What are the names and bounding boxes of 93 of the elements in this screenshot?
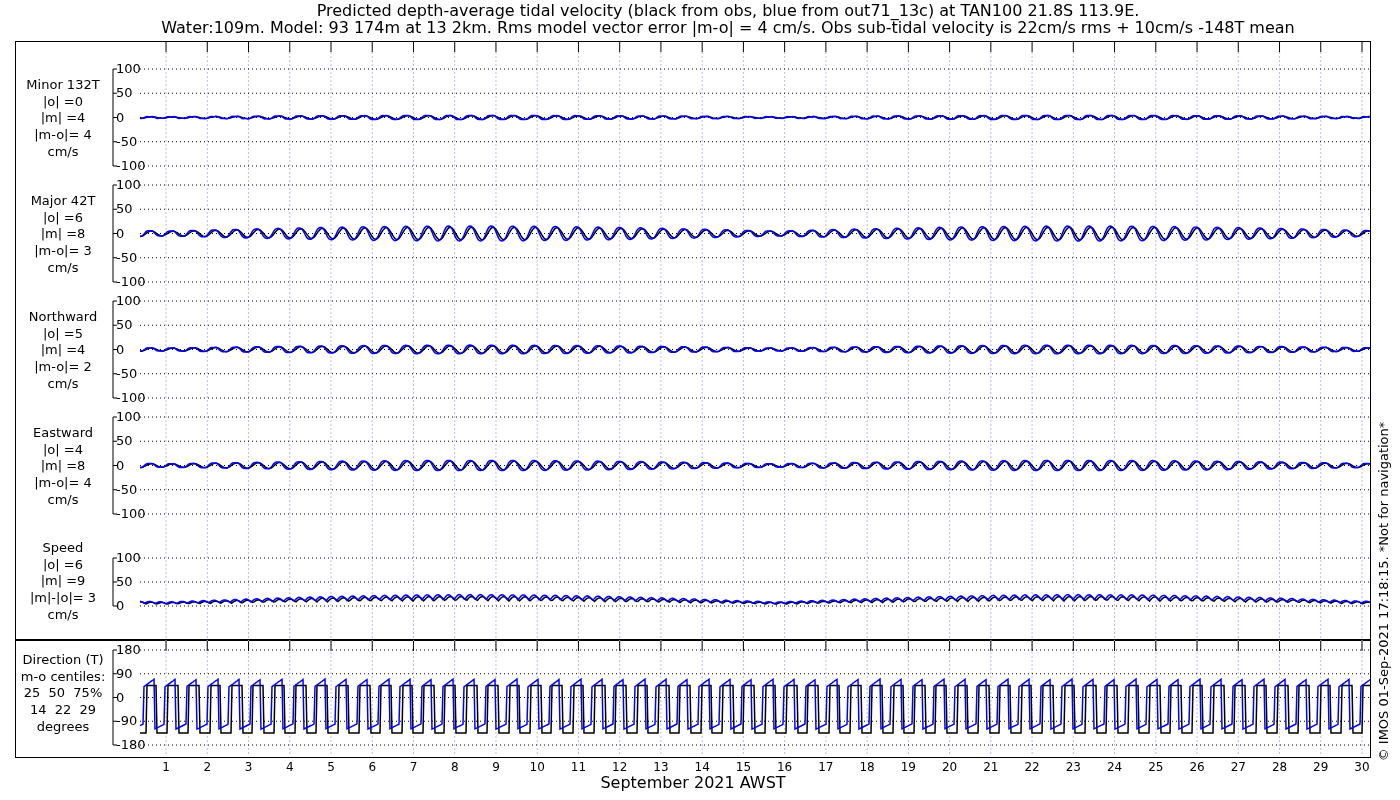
panel-label: cm/s — [46, 143, 80, 160]
x-tick-label: 25 — [1147, 760, 1165, 774]
y-tick-label: 0 — [116, 341, 125, 357]
panel-label: cm/s — [46, 491, 80, 508]
x-axis-label: September 2021 AWST — [599, 773, 787, 792]
x-tick-label: 3 — [243, 760, 254, 774]
copyright-note: © IMOS 01-Sep-2021 17:18:15. *Not for navigation* — [1375, 420, 1391, 764]
y-tick-label: 50 — [116, 201, 133, 217]
panel-label: |m| =4 — [39, 342, 87, 359]
x-tick-label: 7 — [408, 760, 419, 774]
x-tick-label: 15 — [734, 760, 753, 774]
panel-label: |o| =0 — [42, 93, 84, 110]
x-tick-label: 2 — [202, 760, 213, 774]
panel-label: |m-o|= 4 — [33, 127, 93, 144]
panel-label: |o| =6 — [42, 209, 84, 226]
y-tick-label: 100 — [116, 409, 141, 424]
y-tick-label: -50 — [116, 249, 138, 265]
x-tick-label: 9 — [491, 760, 501, 774]
y-tick-label: 0 — [116, 225, 125, 241]
panel-label: |m| =8 — [39, 226, 87, 243]
panel-label: degrees — [35, 718, 91, 735]
x-tick-label: 10 — [528, 760, 546, 774]
panel-label: |m|-|o|= 3 — [28, 590, 98, 607]
chart-subtitle: Water:109m. Model: 93 174m at 13 2km. Rms model vector error |m-o| = 4 cm/s. Obs sub-tidal velocity is 22cm/s rms + 10cm/s -148T mean — [160, 18, 1296, 37]
y-tick-label: -100 — [116, 506, 146, 521]
x-tick-label: 21 — [982, 760, 1000, 774]
y-tick-label: -100 — [116, 390, 146, 405]
panel-label: |m-o|= 4 — [33, 475, 93, 492]
y-tick-label: -50 — [116, 365, 138, 381]
x-tick-label: 8 — [449, 760, 460, 774]
y-tick-label: 0 — [116, 689, 125, 705]
panel-label: 25 50 75% — [22, 685, 104, 702]
x-tick-label: 1 — [161, 760, 171, 774]
x-tick-label: 29 — [1312, 760, 1330, 774]
y-tick-label: 50 — [116, 574, 133, 589]
panel-label: |m| =4 — [39, 110, 87, 127]
x-tick-label: 4 — [284, 760, 295, 774]
y-tick-label: 100 — [116, 550, 141, 565]
panel-label: Direction (T) — [21, 652, 105, 668]
x-tick-label: 11 — [569, 760, 588, 774]
panel-label: Speed — [41, 540, 85, 556]
panel-label: |m-o|= 2 — [33, 359, 93, 376]
panel-label: |o| =6 — [42, 556, 84, 573]
x-tick-label: 26 — [1188, 760, 1206, 774]
x-tick-label: 13 — [652, 760, 670, 774]
y-tick-label: -50 — [116, 133, 138, 149]
panel-label: Eastward — [32, 425, 94, 441]
y-tick-label: 50 — [116, 433, 133, 449]
panel-label: 14 22 29 — [28, 702, 98, 719]
panel-label: Northward — [27, 309, 99, 325]
panel-label: Major 42T — [29, 193, 97, 209]
panel-label: |o| =5 — [42, 325, 84, 342]
y-tick-label: 100 — [116, 61, 141, 76]
x-tick-label: 5 — [326, 760, 336, 774]
x-tick-label: 18 — [858, 760, 876, 774]
x-tick-label: 19 — [899, 760, 917, 774]
x-tick-label: 16 — [776, 760, 794, 774]
x-tick-label: 23 — [1064, 760, 1082, 774]
x-tick-label: 14 — [693, 760, 711, 774]
y-tick-label: 90 — [116, 665, 133, 681]
panel-label: Minor 132T — [25, 77, 101, 93]
x-tick-label: 6 — [367, 760, 378, 774]
x-tick-label: 30 — [1353, 760, 1371, 774]
y-axis — [112, 557, 118, 607]
panel-label: cm/s — [46, 259, 80, 276]
y-tick-label: -100 — [116, 158, 146, 173]
panel-label: |m| =9 — [39, 573, 87, 590]
y-tick-label: 0 — [116, 457, 125, 473]
panel-label: cm/s — [46, 606, 80, 623]
panel-label: m-o centiles: — [19, 668, 107, 685]
x-tick-label: 12 — [611, 760, 629, 774]
y-tick-label: 50 — [116, 317, 133, 333]
y-tick-label: 50 — [116, 85, 133, 101]
chart-title: Predicted depth-average tidal velocity (black from obs, blue from out71_13c) at TAN100 21.8S 113.9E. — [315, 1, 1141, 20]
y-tick-label: 0 — [116, 109, 125, 125]
y-tick-label: 180 — [116, 642, 141, 657]
x-tick-label: 24 — [1105, 760, 1124, 774]
y-tick-label: -180 — [116, 737, 146, 752]
y-tick-label: -100 — [116, 274, 146, 289]
y-tick-label: 100 — [116, 293, 141, 308]
panel-label: |m| =8 — [39, 458, 87, 475]
x-tick-label: 22 — [1023, 760, 1041, 774]
y-tick-label: 0 — [116, 598, 125, 613]
y-tick-label: -50 — [116, 481, 138, 497]
y-tick-label: 100 — [116, 177, 141, 192]
panel-label: cm/s — [46, 375, 80, 392]
panel-label: |m-o|= 3 — [33, 243, 93, 260]
panel-label: |o| =4 — [42, 441, 84, 458]
x-tick-label: 27 — [1229, 760, 1247, 774]
x-tick-label: 20 — [940, 760, 959, 774]
x-tick-label: 17 — [817, 760, 835, 774]
y-tick-label: -90 — [116, 713, 138, 729]
x-tick-label: 28 — [1270, 760, 1289, 774]
